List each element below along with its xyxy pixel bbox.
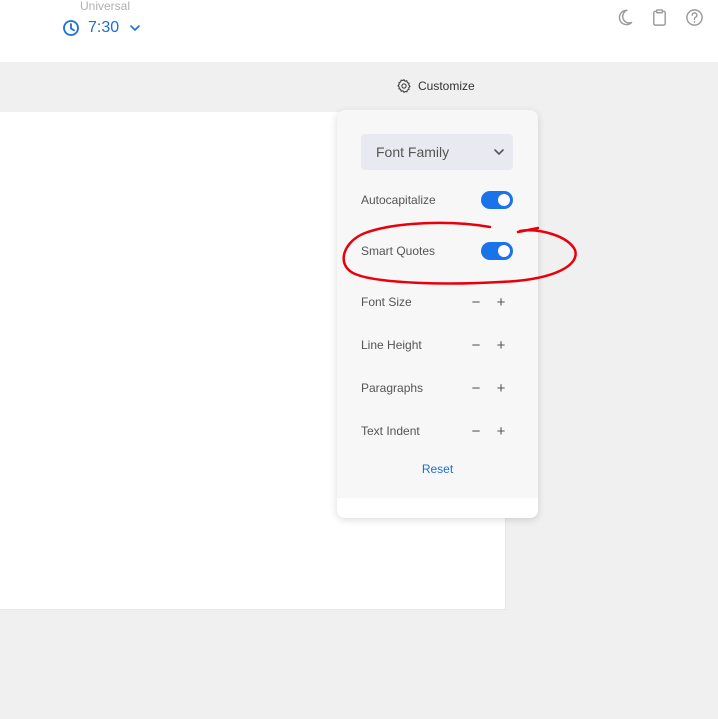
- customize-label: Customize: [418, 79, 475, 93]
- text-indent-row: Text Indent − +: [361, 421, 513, 441]
- paragraphs-label: Paragraphs: [361, 381, 424, 395]
- text-indent-decrease-button[interactable]: −: [470, 424, 482, 439]
- line-height-row: Line Height − +: [361, 335, 513, 355]
- text-indent-label: Text Indent: [361, 424, 420, 438]
- autocapitalize-toggle[interactable]: [481, 191, 513, 209]
- toggle-knob: [498, 245, 510, 257]
- smart-quotes-row: Smart Quotes: [361, 241, 513, 261]
- chevron-down-icon: [494, 149, 504, 156]
- autocapitalize-row: Autocapitalize: [361, 190, 513, 210]
- paragraphs-row: Paragraphs − +: [361, 378, 513, 398]
- top-bar: Universal 7:30: [0, 0, 718, 62]
- customize-panel: Font Family Autocapitalize Smart Quotes …: [337, 110, 538, 518]
- clipboard-icon[interactable]: [650, 8, 669, 27]
- customize-button[interactable]: Customize: [396, 78, 475, 94]
- smart-quotes-label: Smart Quotes: [361, 244, 436, 258]
- font-size-row: Font Size − +: [361, 292, 513, 312]
- line-height-increase-button[interactable]: +: [495, 338, 507, 353]
- text-indent-stepper: − +: [470, 424, 507, 439]
- time-picker[interactable]: 7:30: [62, 17, 141, 39]
- paragraphs-decrease-button[interactable]: −: [470, 381, 482, 396]
- smart-quotes-toggle[interactable]: [481, 242, 513, 260]
- text-indent-increase-button[interactable]: +: [495, 424, 507, 439]
- reset-button[interactable]: Reset: [337, 462, 538, 476]
- top-toolbar: [615, 8, 704, 27]
- font-family-value: Font Family: [376, 144, 450, 160]
- help-icon[interactable]: [685, 8, 704, 27]
- font-size-decrease-button[interactable]: −: [470, 295, 482, 310]
- autocapitalize-label: Autocapitalize: [361, 193, 436, 207]
- chevron-down-icon: [130, 25, 140, 32]
- line-height-stepper: − +: [470, 338, 507, 353]
- line-height-decrease-button[interactable]: −: [470, 338, 482, 353]
- font-size-increase-button[interactable]: +: [495, 295, 507, 310]
- panel-footer: [337, 498, 538, 518]
- font-size-stepper: − +: [470, 295, 507, 310]
- timezone-label: Universal: [80, 0, 131, 13]
- font-family-select[interactable]: Font Family: [361, 134, 513, 170]
- gear-icon: [397, 79, 411, 93]
- font-size-label: Font Size: [361, 295, 412, 309]
- time-value: 7:30: [88, 19, 120, 36]
- clock-icon: [63, 20, 79, 36]
- toggle-knob: [498, 194, 510, 206]
- moon-icon[interactable]: [615, 8, 634, 27]
- paragraphs-increase-button[interactable]: +: [495, 381, 507, 396]
- paragraphs-stepper: − +: [470, 381, 507, 396]
- line-height-label: Line Height: [361, 338, 422, 352]
